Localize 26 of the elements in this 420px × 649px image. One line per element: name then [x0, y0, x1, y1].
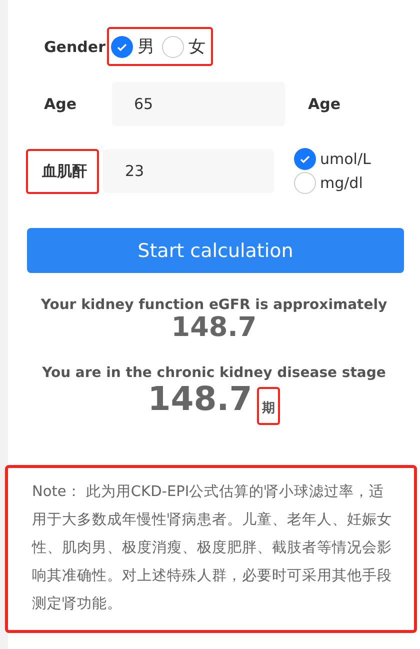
- egfr-label: Your kidney function eGFR is approximately: [40, 297, 388, 313]
- check-icon: [299, 153, 311, 165]
- stage-label: You are in the chronic kidney disease stage: [42, 364, 386, 381]
- radio-circle[interactable]: [111, 36, 134, 58]
- radio-label: mg/dl: [320, 174, 363, 192]
- creatinine-input[interactable]: 23: [103, 149, 274, 193]
- age-label: Age: [43, 94, 78, 115]
- radio-circle[interactable]: [294, 148, 316, 170]
- radio-label: 男: [137, 36, 154, 58]
- gender-radio[interactable]: 男: [111, 35, 154, 58]
- gender-radio[interactable]: 女: [162, 35, 206, 58]
- creatinine-label: 血肌酐: [26, 148, 99, 194]
- gender-label: Gender: [43, 36, 106, 58]
- radio-label: umol/L: [320, 150, 371, 168]
- radio-label: 女: [188, 36, 206, 58]
- radio-circle[interactable]: [294, 172, 316, 194]
- start-calculation-button[interactable]: Start calculation: [27, 228, 404, 273]
- stage-value: 148.7: [148, 380, 252, 417]
- stage-suffix: 期: [257, 386, 280, 425]
- age-input[interactable]: 65: [112, 82, 285, 126]
- unit-radio[interactable]: umol/L: [294, 148, 371, 170]
- unit-radio[interactable]: mg/dl: [294, 172, 371, 194]
- egfr-value: 148.7: [171, 313, 257, 343]
- age-unit-label: Age: [307, 94, 342, 115]
- note-text: Note： 此为用CKD-EPI公式估算的肾小球滤过率，适用于大多数成年慢性肾病患者。儿童、老年人、妊娠女性、肌肉男、极度消瘦、极度肥胖、截肢者等情况会影响其准确性。对上述特殊人群，必要时可采用其他手段测定肾功能。: [5, 464, 417, 633]
- radio-circle[interactable]: [162, 36, 184, 58]
